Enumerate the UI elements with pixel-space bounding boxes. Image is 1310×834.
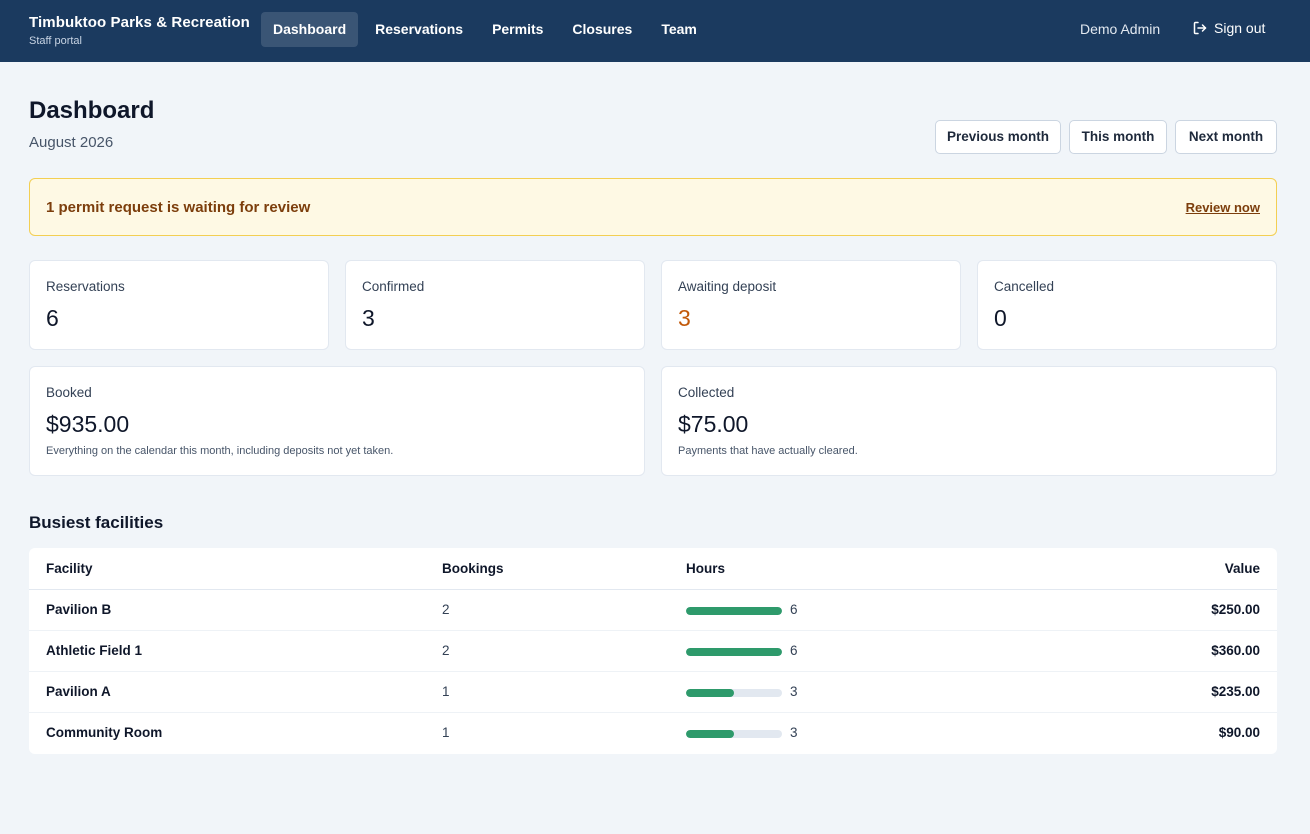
page-subtitle-month: August 2026 bbox=[29, 134, 114, 151]
facility-name: Community Room bbox=[46, 725, 163, 740]
user-name[interactable]: Demo Admin bbox=[1080, 21, 1160, 37]
stat-label: Collected bbox=[678, 385, 735, 400]
facilities-table: Facility Bookings Hours Value Pavilion B… bbox=[29, 548, 1277, 754]
previous-month-button[interactable]: Previous month bbox=[935, 120, 1061, 154]
bookings-count: 1 bbox=[442, 684, 450, 699]
page-title: Dashboard bbox=[29, 97, 155, 124]
stat-label: Booked bbox=[46, 385, 92, 400]
sign-out-icon bbox=[1193, 21, 1207, 35]
stat-value: 0 bbox=[994, 305, 1007, 331]
stat-card-confirmed: Confirmed 3 bbox=[345, 260, 645, 350]
stat-card-cancelled: Cancelled 0 bbox=[977, 260, 1277, 350]
section-title-busiest-facilities: Busiest facilities bbox=[29, 513, 164, 532]
facility-name: Pavilion A bbox=[46, 684, 111, 699]
top-navigation-bar: Timbuktoo Parks & Recreation Staff porta… bbox=[0, 0, 1310, 62]
table-row[interactable]: Pavilion A 1 3 $235.00 bbox=[29, 672, 1277, 713]
stat-label: Confirmed bbox=[362, 279, 425, 294]
hours-bar-fill bbox=[686, 648, 782, 656]
stat-value: 3 bbox=[678, 305, 691, 331]
sign-out-label: Sign out bbox=[1214, 20, 1266, 36]
hours-value: 6 bbox=[790, 602, 798, 617]
value-amount: $360.00 bbox=[1211, 643, 1260, 658]
hours-bar-fill bbox=[686, 689, 734, 697]
brand[interactable]: Timbuktoo Parks & Recreation Staff porta… bbox=[29, 13, 250, 48]
column-header-facility[interactable]: Facility bbox=[46, 561, 93, 576]
bookings-count: 2 bbox=[442, 643, 450, 658]
bookings-count: 1 bbox=[442, 725, 450, 740]
hours-value: 6 bbox=[790, 643, 798, 658]
sign-out-button[interactable]: Sign out bbox=[1192, 20, 1265, 36]
stat-card-booked: Booked $935.00 Everything on the calenda… bbox=[29, 366, 645, 476]
permit-review-alert: 1 permit request is waiting for review R… bbox=[29, 178, 1277, 236]
hours-value: 3 bbox=[790, 725, 798, 740]
stat-value: 6 bbox=[46, 305, 59, 331]
hours-value: 3 bbox=[790, 684, 798, 699]
stat-card-reservations: Reservations 6 bbox=[29, 260, 329, 350]
column-header-value[interactable]: Value bbox=[1225, 561, 1260, 576]
table-row[interactable]: Athletic Field 1 2 6 $360.00 bbox=[29, 631, 1277, 672]
brand-subtitle: Staff portal bbox=[29, 35, 82, 47]
hours-bar bbox=[686, 648, 782, 656]
stat-value: $935.00 bbox=[46, 411, 130, 437]
nav-item-team[interactable]: Team bbox=[649, 12, 709, 47]
stat-value: $75.00 bbox=[678, 411, 749, 437]
value-amount: $90.00 bbox=[1218, 725, 1260, 740]
stat-label: Awaiting deposit bbox=[678, 279, 777, 294]
stat-card-collected: Collected $75.00 Payments that have actu… bbox=[661, 366, 1277, 476]
main-nav: Dashboard Reservations Permits Closures … bbox=[261, 12, 714, 47]
this-month-button[interactable]: This month bbox=[1069, 120, 1167, 154]
facility-name: Athletic Field 1 bbox=[46, 643, 143, 658]
stat-label: Cancelled bbox=[994, 279, 1055, 294]
stat-card-awaiting-deposit: Awaiting deposit 3 bbox=[661, 260, 961, 350]
hours-bar bbox=[686, 689, 782, 697]
next-month-button[interactable]: Next month bbox=[1175, 120, 1277, 154]
value-amount: $235.00 bbox=[1211, 684, 1260, 699]
stat-note: Payments that have actually cleared. bbox=[678, 445, 858, 457]
stat-label: Reservations bbox=[46, 279, 125, 294]
brand-title: Timbuktoo Parks & Recreation bbox=[29, 14, 250, 31]
table-row[interactable]: Pavilion B 2 6 $250.00 bbox=[29, 590, 1277, 631]
nav-item-reservations[interactable]: Reservations bbox=[363, 12, 475, 47]
hours-bar bbox=[686, 607, 782, 615]
stat-value: 3 bbox=[362, 305, 375, 331]
nav-item-dashboard[interactable]: Dashboard bbox=[261, 12, 359, 47]
review-now-link[interactable]: Review now bbox=[1186, 200, 1260, 215]
hours-bar bbox=[686, 730, 782, 738]
table-row[interactable]: Community Room 1 3 $90.00 bbox=[29, 713, 1277, 754]
nav-item-closures[interactable]: Closures bbox=[560, 12, 644, 47]
alert-text: 1 permit request is waiting for review bbox=[46, 199, 311, 216]
column-header-hours[interactable]: Hours bbox=[686, 561, 725, 576]
facility-name: Pavilion B bbox=[46, 602, 112, 617]
bookings-count: 2 bbox=[442, 602, 450, 617]
value-amount: $250.00 bbox=[1211, 602, 1260, 617]
nav-item-permits[interactable]: Permits bbox=[480, 12, 555, 47]
hours-bar-fill bbox=[686, 730, 734, 738]
hours-bar-fill bbox=[686, 607, 782, 615]
column-header-bookings[interactable]: Bookings bbox=[442, 561, 504, 576]
stat-note: Everything on the calendar this month, i… bbox=[46, 445, 394, 457]
